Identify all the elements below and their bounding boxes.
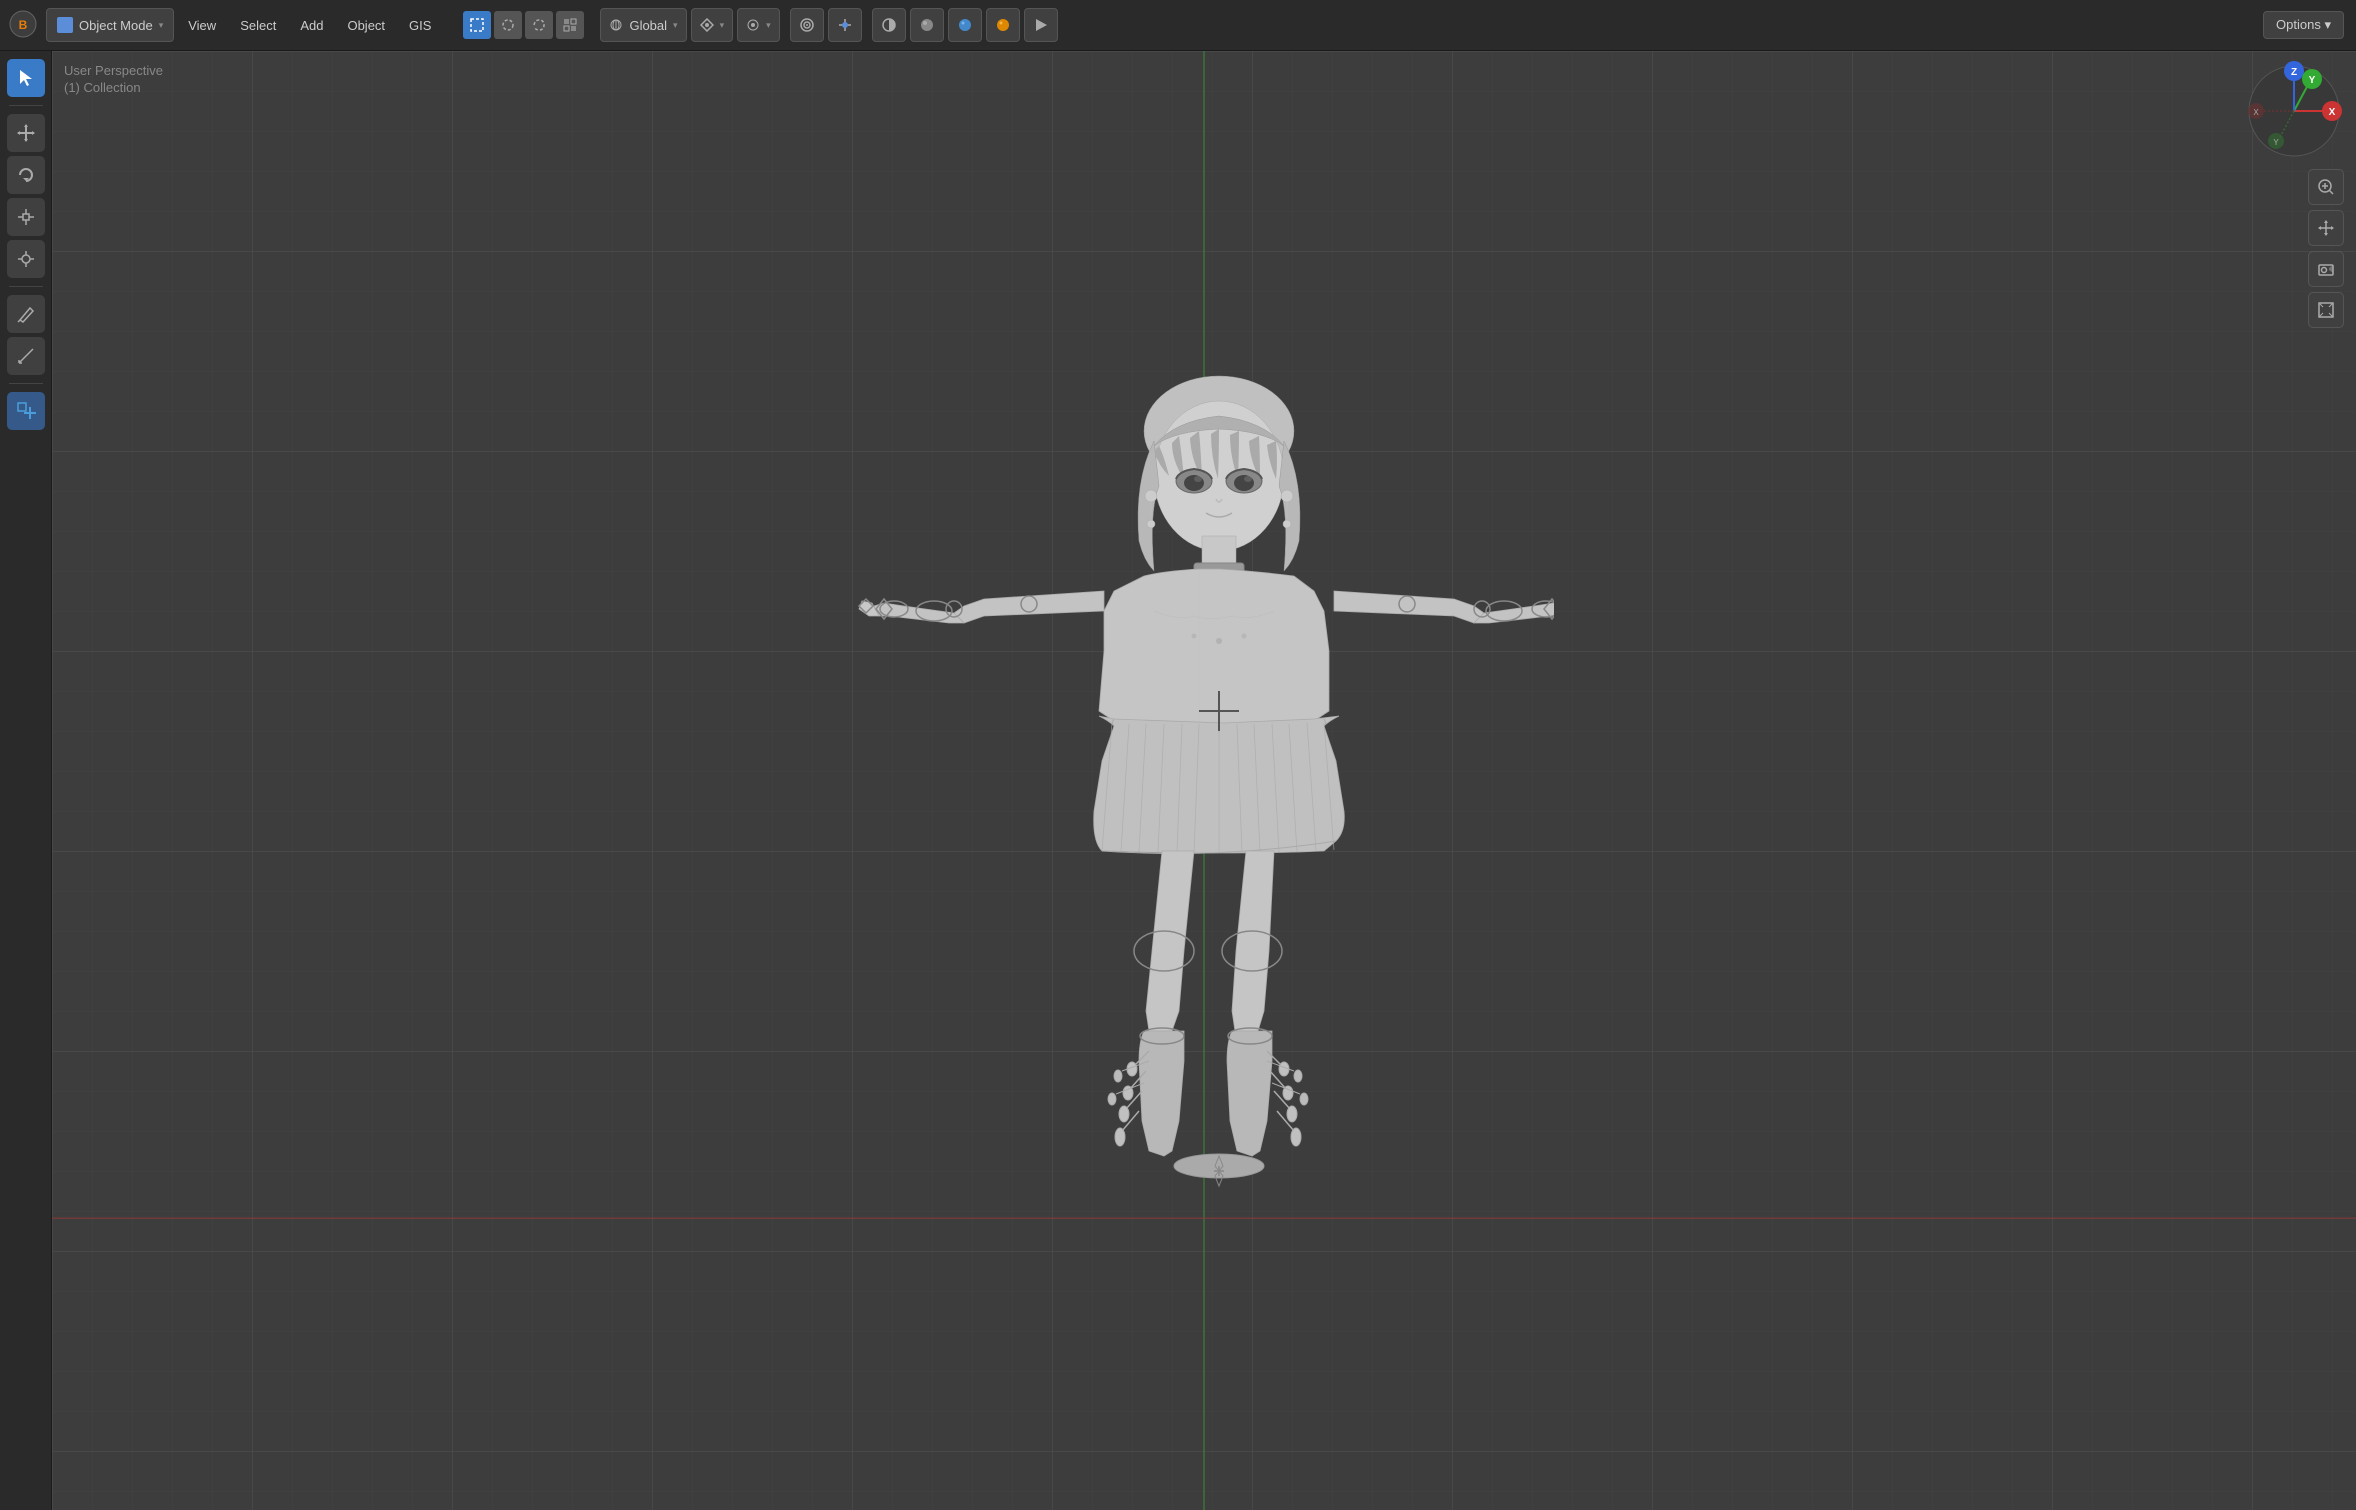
right-panel: Z X Y X Y: [2244, 61, 2344, 328]
viewport-shading-2[interactable]: [910, 8, 944, 42]
snap-controls: Global ▾ ▾ ▾: [455, 8, 1057, 42]
select-tool-btn[interactable]: [7, 59, 45, 97]
transform-tool-btn[interactable]: [7, 240, 45, 278]
add-primitive-btn[interactable]: [7, 392, 45, 430]
select-lasso-icon[interactable]: [525, 11, 553, 39]
selection-mode-row: [463, 11, 584, 39]
select-box-icon[interactable]: [463, 11, 491, 39]
blender-logo: B: [8, 9, 38, 42]
svg-text:Y: Y: [2273, 138, 2279, 147]
orthographic-view-btn[interactable]: [2308, 292, 2344, 328]
left-toolbar: [0, 51, 52, 1510]
options-label: Options ▾: [2276, 17, 2331, 33]
menu-view[interactable]: View: [178, 12, 226, 39]
character-3d-model: [854, 331, 1554, 1231]
mode-label: Object Mode: [79, 18, 153, 33]
select-checker-icon[interactable]: [556, 11, 584, 39]
mode-selector[interactable]: Object Mode ▾: [46, 8, 174, 42]
mode-icon: [57, 17, 73, 33]
svg-text:Y: Y: [2309, 75, 2316, 86]
camera-view-btn[interactable]: [2308, 251, 2344, 287]
toolbar-separator-1: [9, 105, 43, 106]
svg-text:X: X: [2329, 107, 2336, 118]
viewport-shading-1[interactable]: [872, 8, 906, 42]
gizmo-toggle-icon[interactable]: [828, 8, 862, 42]
proportional-edit-btn[interactable]: ▾: [737, 8, 780, 42]
annotate-tool-btn[interactable]: [7, 295, 45, 333]
menu-select[interactable]: Select: [230, 12, 286, 39]
svg-text:Z: Z: [2291, 67, 2297, 78]
svg-text:X: X: [2253, 108, 2259, 117]
mode-dropdown-icon: ▾: [159, 20, 164, 31]
viewport-shading-3[interactable]: [948, 8, 982, 42]
toolbar-separator-2: [9, 286, 43, 287]
view-control-buttons: [2308, 169, 2344, 328]
svg-text:B: B: [19, 18, 28, 32]
top-menu-bar: B Object Mode ▾ View Select Add Object G…: [0, 0, 2356, 51]
measure-tool-btn[interactable]: [7, 337, 45, 375]
render-icon[interactable]: [1024, 8, 1058, 42]
scale-tool-btn[interactable]: [7, 198, 45, 236]
menu-add[interactable]: Add: [290, 12, 333, 39]
pan-btn[interactable]: [2308, 210, 2344, 246]
menu-object[interactable]: Object: [337, 12, 395, 39]
menu-gis[interactable]: GIS: [399, 12, 441, 39]
snap-toggle-btn[interactable]: ▾: [691, 8, 734, 42]
rotate-tool-btn[interactable]: [7, 156, 45, 194]
overlay-icon[interactable]: [790, 8, 824, 42]
toolbar-separator-3: [9, 383, 43, 384]
move-tool-btn[interactable]: [7, 114, 45, 152]
3d-viewport[interactable]: User Perspective (1) Collection: [52, 51, 2356, 1510]
navigation-gizmo[interactable]: Z X Y X Y: [2244, 61, 2344, 161]
viewport-shading-4[interactable]: [986, 8, 1020, 42]
transform-global-btn[interactable]: Global ▾: [600, 8, 686, 42]
options-button[interactable]: Options ▾: [2263, 11, 2344, 39]
transform-label: Global: [629, 18, 667, 33]
zoom-in-btn[interactable]: [2308, 169, 2344, 205]
select-circle-icon[interactable]: [494, 11, 522, 39]
